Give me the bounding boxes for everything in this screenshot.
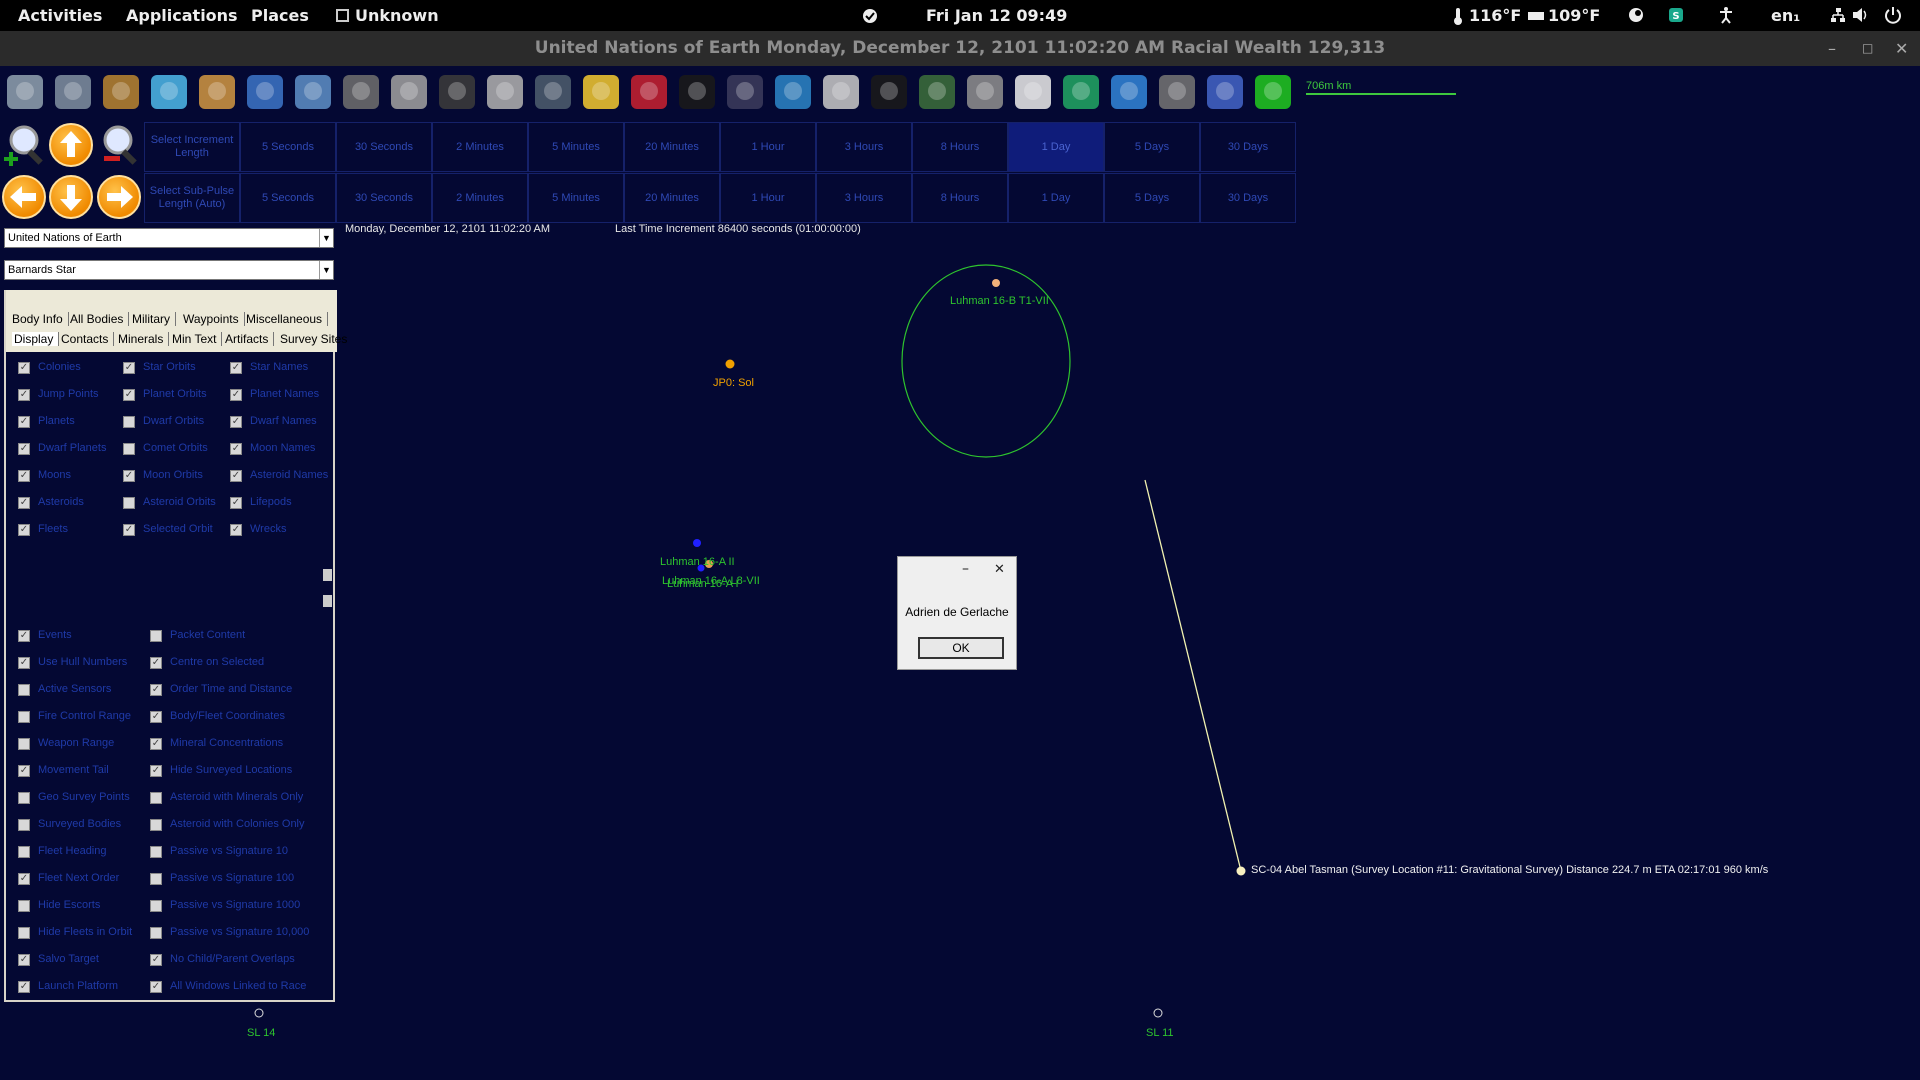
system-top-bar: Activities Applications Places Unknown F… [0, 0, 1920, 31]
survey-location-11[interactable] [1153, 1008, 1163, 1018]
network-icon[interactable] [1830, 7, 1846, 23]
planet-luhman-a-ii[interactable] [693, 539, 701, 547]
label-luhman-a-ii: Luhman 16-A II [660, 556, 735, 568]
orbit-ring [901, 264, 1071, 458]
power-icon[interactable] [1884, 6, 1902, 24]
cpu-temp: 116°F [1469, 6, 1522, 25]
message-dialog: – ✕ Adrien de Gerlache OK [897, 556, 1017, 670]
jump-point-sol[interactable] [725, 359, 735, 369]
label-sl-11: SL 11 [1146, 1027, 1174, 1039]
thermometer-icon [1454, 8, 1462, 25]
svg-text:S: S [1672, 11, 1679, 22]
accessibility-icon[interactable] [1718, 6, 1734, 24]
close-button[interactable]: ✕ [1895, 31, 1908, 66]
steam-icon[interactable] [1628, 7, 1644, 23]
window-titlebar: United Nations of Earth Monday, December… [0, 31, 1920, 66]
aurora-main-window: 706m km Select Increment Length 5 Seconds… [0, 66, 1920, 1080]
clock[interactable]: Fri Jan 12 09:49 [926, 6, 1067, 25]
window-title: United Nations of Earth Monday, December… [534, 38, 1386, 58]
dialog-close-button[interactable]: ✕ [994, 562, 1005, 577]
app-window-icon [336, 9, 349, 22]
gpu-temp: 109°F [1548, 6, 1601, 25]
minimize-button[interactable]: – [1828, 31, 1836, 66]
gpu-icon [1528, 12, 1544, 20]
tray-app-icon[interactable]: S [1668, 7, 1684, 23]
maximize-button[interactable]: □ [1862, 31, 1873, 66]
survey-location-14[interactable] [254, 1008, 264, 1018]
fleet-movement-line [1144, 479, 1242, 872]
keyboard-layout[interactable]: en₁ [1771, 6, 1800, 25]
ok-button[interactable]: OK [918, 637, 1004, 659]
window-app-menu[interactable]: Unknown [336, 6, 439, 25]
places-menu[interactable]: Places [251, 6, 309, 25]
applications-menu[interactable]: Applications [126, 6, 238, 25]
dialog-titlebar: – ✕ [898, 557, 1016, 587]
dialog-minimize-button[interactable]: – [962, 561, 969, 577]
planet-luhman-b-vii[interactable] [992, 279, 1000, 287]
activities-button[interactable]: Activities [18, 6, 102, 25]
label-jp-sol: JP0: Sol [713, 377, 754, 389]
volume-icon[interactable] [1852, 7, 1870, 23]
label-luhman-a-viii: Luhman 16-A L8-VII [662, 575, 760, 587]
fleet-label: SC-04 Abel Tasman (Survey Location #11: … [1251, 864, 1769, 876]
label-sl-14: SL 14 [247, 1027, 276, 1039]
notification-icon[interactable] [862, 8, 878, 24]
fleet-marker[interactable] [1236, 866, 1246, 876]
label-luhman-b-vii: Luhman 16-B T1-VII [950, 295, 1049, 307]
dialog-message: Adrien de Gerlache [905, 605, 1009, 619]
